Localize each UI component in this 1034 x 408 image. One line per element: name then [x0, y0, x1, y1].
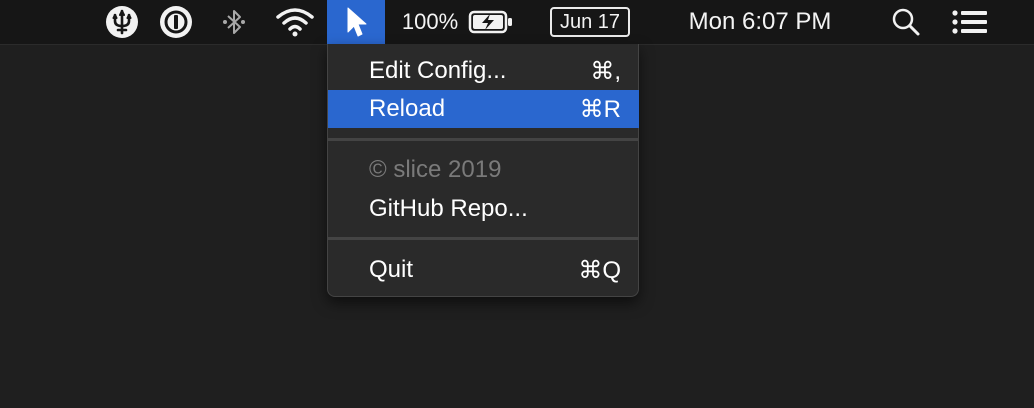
battery-charging-icon[interactable]: [466, 0, 516, 44]
notification-center-icon[interactable]: [948, 0, 992, 44]
wifi-icon[interactable]: [274, 0, 316, 44]
trident-icon[interactable]: [104, 0, 140, 44]
slice-dropdown-menu: Edit Config... ⌘, Reload ⌘R © slice 2019…: [327, 44, 639, 297]
menu-item-reload[interactable]: Reload ⌘R: [328, 90, 639, 128]
menu-separator: [328, 138, 639, 141]
cursor-icon[interactable]: [327, 0, 385, 44]
menu-separator: [328, 237, 639, 240]
clock[interactable]: Mon 6:07 PM: [665, 0, 855, 44]
menu-item-label: Reload: [369, 95, 446, 122]
menu-item-edit-config[interactable]: Edit Config... ⌘,: [328, 52, 639, 90]
onepassword-icon[interactable]: [158, 0, 194, 44]
clock-text: Mon 6:07 PM: [688, 8, 832, 35]
bluetooth-icon[interactable]: [220, 0, 248, 44]
menu-item-shortcut: ⌘Q: [578, 256, 621, 284]
menu-bar: 100% Jun 17 Mon 6:07 PM: [0, 0, 1034, 45]
date-indicator[interactable]: Jun 17: [543, 0, 637, 44]
menu-item-label: Quit: [369, 256, 414, 283]
spotlight-search-icon[interactable]: [888, 0, 924, 44]
menu-item-quit[interactable]: Quit ⌘Q: [328, 251, 639, 289]
date-text: Jun 17: [549, 7, 631, 37]
menu-item-copyright: © slice 2019: [328, 151, 639, 189]
menu-item-label: GitHub Repo...: [369, 195, 528, 222]
menu-item-shortcut: ⌘R: [579, 95, 621, 123]
menu-item-label: Edit Config...: [369, 57, 507, 84]
menu-item-shortcut: ⌘,: [590, 57, 621, 85]
battery-percent-text: 100%: [401, 9, 459, 34]
menu-item-github-repo[interactable]: GitHub Repo...: [328, 190, 639, 228]
menu-item-label: © slice 2019: [369, 156, 502, 183]
battery-percent: 100%: [395, 0, 465, 44]
